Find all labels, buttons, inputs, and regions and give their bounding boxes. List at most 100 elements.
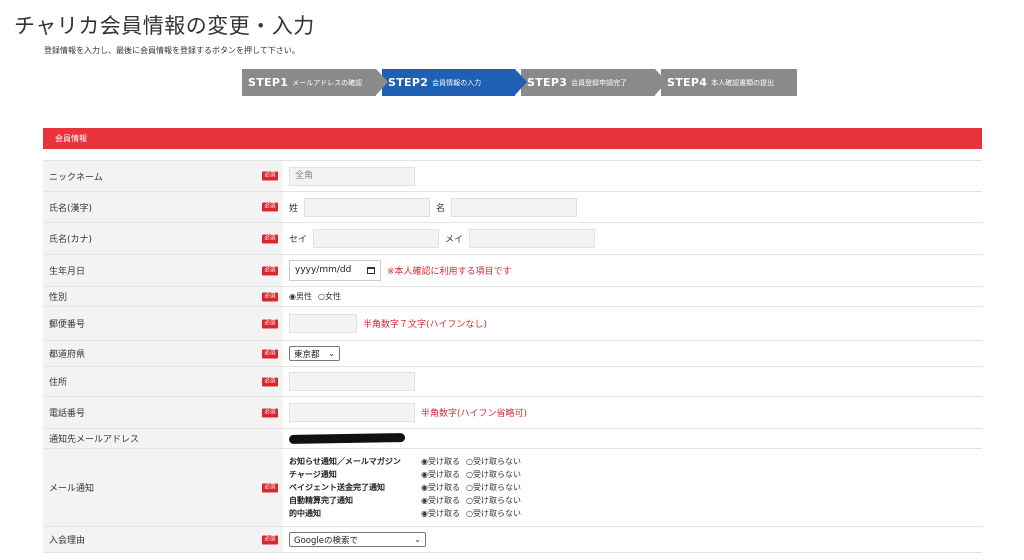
- sei-label: 姓: [289, 203, 299, 214]
- birthday-date-input[interactable]: yyyy/mm/dd: [289, 260, 381, 281]
- step-progress: STEP1 メールアドレスの確認 STEP2 会員情報の入力 STEP3 会員登…: [242, 69, 803, 96]
- reject-radio[interactable]: ○受け取らない: [466, 496, 521, 505]
- gender-female-radio[interactable]: ○女性: [318, 291, 341, 302]
- step-4-label: 本人確認書類の提出: [711, 78, 775, 87]
- mail-item-name: ペイジェント送金完了通知: [289, 483, 385, 492]
- mail-item-options: ◉受け取る ○受け取らない: [421, 495, 527, 506]
- address-input[interactable]: [289, 372, 415, 391]
- step-2-arrow: [515, 69, 527, 95]
- birthday-value-cell: yyyy/mm/dd ※本人確認に利用する項目です: [283, 255, 982, 286]
- step-3-number: STEP3: [527, 76, 568, 89]
- prefecture-select[interactable]: 東京都 ⌄: [289, 346, 340, 361]
- nickname-label-cell: ニックネーム 必須: [43, 161, 283, 191]
- mail-item-name: 自動精算完了通知: [289, 496, 353, 505]
- required-badge: 必須: [262, 483, 278, 492]
- postal-label-cell: 郵便番号 必須: [43, 307, 283, 340]
- prefecture-label: 都道府県: [49, 350, 86, 360]
- row-name-kanji: 氏名(漢字) 必須 姓 名: [43, 192, 982, 223]
- page-subtitle: 登録情報を入力し、最後に会員情報を登録するボタンを押して下さい。: [44, 46, 300, 55]
- accept-radio[interactable]: ◉受け取る: [421, 470, 460, 479]
- mail-item-options: ◉受け取る ○受け取らない: [421, 456, 527, 467]
- mail-item-name: お知らせ通知／メールマガジン: [289, 457, 401, 466]
- name-kana-value-cell: セイ メイ: [283, 223, 982, 254]
- step-1: STEP1 メールアドレスの確認: [242, 69, 388, 96]
- step-3-label: 会員登録申請完了: [571, 78, 628, 87]
- row-gender: 性別 必須 ◉男性 ○女性: [43, 287, 982, 307]
- mei-input[interactable]: [451, 197, 578, 217]
- section-header: 会員情報: [43, 128, 982, 149]
- birthday-label-cell: 生年月日 必須: [43, 255, 283, 286]
- page-title: チャリカ会員情報の変更・入力: [14, 14, 315, 38]
- accept-radio[interactable]: ◉受け取る: [421, 457, 460, 466]
- email-label-cell: 通知先メールアドレス: [43, 429, 283, 448]
- required-badge: 必須: [262, 234, 278, 243]
- sei-input[interactable]: [304, 197, 431, 217]
- reject-radio[interactable]: ○受け取らない: [466, 457, 521, 466]
- prefecture-value-cell: 東京都 ⌄: [283, 341, 982, 366]
- reject-radio[interactable]: ○受け取らない: [466, 509, 521, 518]
- accept-radio[interactable]: ◉受け取る: [421, 509, 460, 518]
- required-badge: 必須: [262, 377, 278, 386]
- chevron-down-icon: ⌄: [414, 535, 421, 544]
- calendar-icon[interactable]: [367, 267, 375, 274]
- reason-selected: Googleの検索で: [294, 535, 358, 546]
- step-4: STEP4 本人確認書類の提出: [661, 69, 797, 96]
- nickname-input[interactable]: 全角: [289, 166, 415, 186]
- reject-radio[interactable]: ○受け取らない: [466, 470, 521, 479]
- member-form: ニックネーム 必須 全角 氏名(漢字) 必須 姓 名 氏名(カナ) 必須 セイ …: [43, 160, 982, 553]
- sei-kana-input[interactable]: [313, 229, 440, 248]
- nickname-label: ニックネーム: [49, 172, 103, 183]
- accept-radio[interactable]: ◉受け取る: [421, 496, 460, 505]
- step-1-arrow: [376, 69, 388, 95]
- gender-male-radio[interactable]: ◉男性: [289, 291, 312, 302]
- phone-value-cell: 半角数字(ハイフン省略可): [283, 397, 982, 428]
- nickname-value-cell: 全角: [283, 161, 982, 191]
- required-badge: 必須: [262, 202, 278, 212]
- phone-label-cell: 電話番号 必須: [43, 397, 283, 428]
- required-badge: 必須: [262, 408, 278, 417]
- prefecture-label-cell: 都道府県 必須: [43, 341, 283, 366]
- postal-note: 半角数字７文字(ハイフンなし): [363, 320, 488, 330]
- name-kana-label: 氏名(カナ): [49, 235, 93, 245]
- mail-notification-table: お知らせ通知／メールマガジン ◉受け取る ○受け取らない チャージ通知 ◉受け取る…: [289, 452, 527, 523]
- step-4-number: STEP4: [667, 76, 708, 89]
- mail-item-name: 的中通知: [289, 509, 321, 518]
- row-postal: 郵便番号 必須 半角数字７文字(ハイフンなし): [43, 307, 982, 341]
- address-label: 住所: [49, 378, 68, 388]
- mail-label-cell: メール通知 必須: [43, 449, 283, 526]
- phone-label: 電話番号: [49, 409, 86, 419]
- mei-kana-input[interactable]: [469, 229, 596, 248]
- step-2-label: 会員情報の入力: [432, 78, 482, 87]
- row-phone: 電話番号 必須 半角数字(ハイフン省略可): [43, 397, 982, 429]
- mail-item-options: ◉受け取る ○受け取らない: [421, 482, 527, 493]
- mail-value-cell: お知らせ通知／メールマガジン ◉受け取る ○受け取らない チャージ通知 ◉受け取る…: [283, 449, 982, 526]
- row-reason: 入会理由 必須 Googleの検索で ⌄: [43, 527, 982, 553]
- mail-item-options: ◉受け取る ○受け取らない: [421, 469, 527, 480]
- gender-label: 性別: [49, 293, 68, 303]
- email-label: 通知先メールアドレス: [49, 435, 140, 445]
- sei-kana-label: セイ: [289, 235, 308, 245]
- address-value-cell: [283, 367, 982, 396]
- required-badge: 必須: [262, 171, 278, 181]
- mail-label: メール通知: [49, 484, 95, 494]
- reason-value-cell: Googleの検索で ⌄: [283, 527, 982, 552]
- step-2-number: STEP2: [388, 76, 429, 89]
- row-name-kana: 氏名(カナ) 必須 セイ メイ: [43, 223, 982, 255]
- accept-radio[interactable]: ◉受け取る: [421, 483, 460, 492]
- redacted-email: [288, 432, 406, 445]
- reason-select[interactable]: Googleの検索で ⌄: [289, 532, 426, 547]
- name-kanji-label-cell: 氏名(漢字) 必須: [43, 192, 283, 222]
- postal-input[interactable]: [289, 314, 357, 333]
- address-label-cell: 住所 必須: [43, 367, 283, 396]
- reason-label-cell: 入会理由 必須: [43, 527, 283, 552]
- phone-input[interactable]: [289, 403, 415, 422]
- required-badge: 必須: [262, 266, 278, 275]
- required-badge: 必須: [262, 535, 278, 544]
- reason-label: 入会理由: [49, 536, 86, 546]
- prefecture-selected: 東京都: [294, 349, 320, 360]
- birthday-date-value: yyyy/mm/dd: [295, 265, 352, 275]
- birthday-label: 生年月日: [49, 267, 86, 277]
- step-1-label: メールアドレスの確認: [292, 78, 363, 87]
- reject-radio[interactable]: ○受け取らない: [466, 483, 521, 492]
- postal-label: 郵便番号: [49, 320, 86, 330]
